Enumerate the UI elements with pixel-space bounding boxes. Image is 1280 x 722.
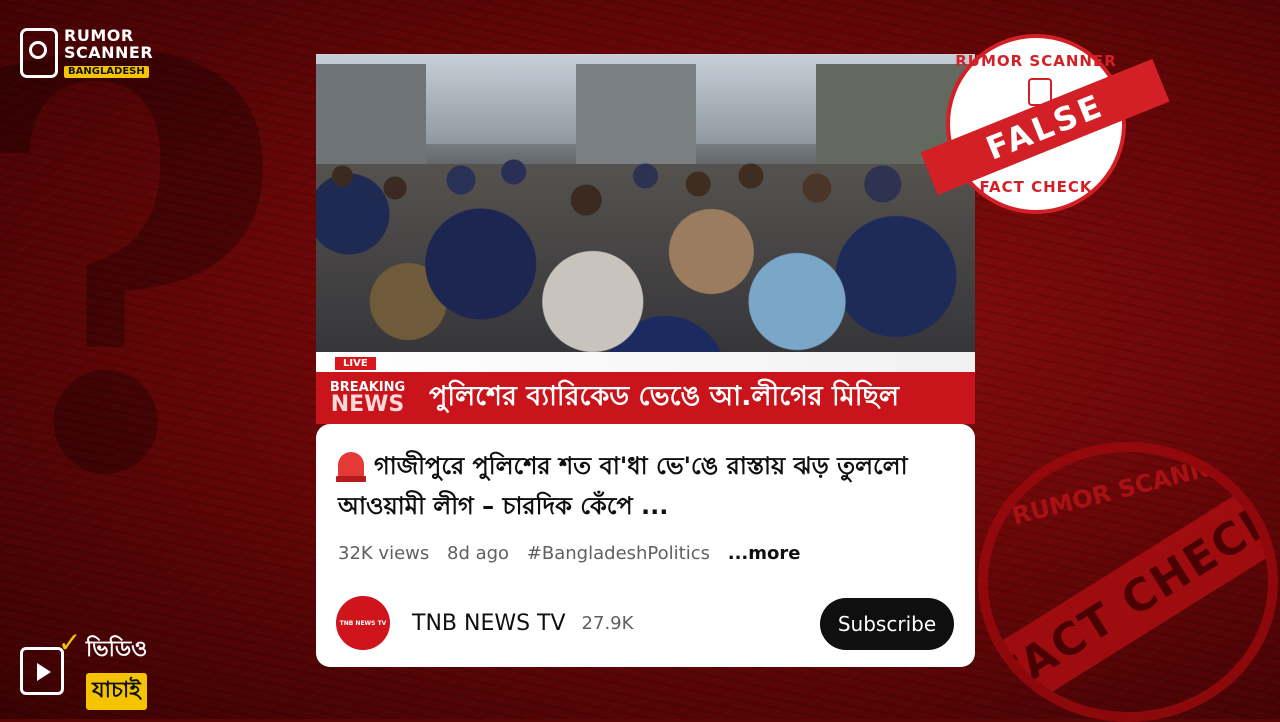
logo-line1: RUMOR [64, 26, 134, 45]
view-count: 32K views [338, 543, 430, 564]
video-thumbnail[interactable]: LIVE BREAKING NEWS পুলিশের ব্যারিকেড ভেঙ… [316, 54, 975, 424]
video-meta: 32K views 8d ago #BangladeshPolitics ...… [338, 543, 812, 564]
false-verdict-stamp: RUMOR SCANNER FALSE FACT CHECK [920, 34, 1170, 214]
breaking-news-ticker: BREAKING NEWS পুলিশের ব্যারিকেড ভেঙে আ.ল… [316, 372, 975, 424]
rumor-scanner-logo: RUMOR SCANNER BANGLADESH [20, 28, 153, 78]
ticker-headline: পুলিশের ব্যারিকেড ভেঙে আ.লীগের মিছিল [429, 380, 899, 412]
video-title-text: গাজীপুরে পুলিশের শত বা'ধা ভে'ঙে রাস্তায়… [338, 452, 908, 520]
siren-icon [336, 452, 366, 482]
badge-line1: ভিডিও [86, 637, 148, 662]
subscriber-count: 27.9K [581, 612, 634, 634]
phone-scan-icon [20, 28, 58, 78]
youtube-video-card: গাজীপুরে পুলিশের শত বা'ধা ভে'ঙে রাস্তায়… [316, 424, 975, 667]
video-title[interactable]: গাজীপুরে পুলিশের শত বা'ধা ভে'ঙে রাস্তায়… [336, 446, 958, 526]
checkmark-icon: ✓ [58, 626, 82, 659]
video-crowd-heads [316, 144, 975, 224]
ticker-strip [316, 352, 975, 372]
upload-age: 8d ago [447, 543, 510, 564]
subscribe-button[interactable]: Subscribe [820, 598, 954, 650]
fact-check-watermark-stamp: RUMOR SCANNER FACT CHECK [978, 442, 1278, 722]
channel-avatar[interactable]: TNB NEWS TV [336, 596, 390, 650]
badge-line2: যাচাই [86, 673, 148, 710]
more-button[interactable]: ...more [728, 543, 801, 564]
hashtag-link[interactable]: #BangladeshPolitics [527, 543, 710, 564]
channel-name[interactable]: TNB NEWS TV [412, 611, 566, 636]
breaking-news-logo: BREAKING NEWS [320, 381, 415, 416]
news-label: NEWS [330, 391, 405, 417]
logo-line2: SCANNER [64, 43, 154, 62]
stamp-bottom-text: FACT CHECK [979, 178, 1093, 196]
video-verify-badge: ✓ ভিডিও যাচাই [20, 626, 148, 710]
channel-row: TNB NEWS TV TNB NEWS TV 27.9K [336, 596, 633, 650]
live-badge: LIVE [334, 356, 377, 371]
question-mark-graphic: ? [0, 0, 288, 550]
logo-wordmark: RUMOR SCANNER BANGLADESH [64, 28, 153, 78]
logo-line3: BANGLADESH [64, 66, 149, 78]
stamp-top-text: RUMOR SCANNER [955, 52, 1117, 70]
